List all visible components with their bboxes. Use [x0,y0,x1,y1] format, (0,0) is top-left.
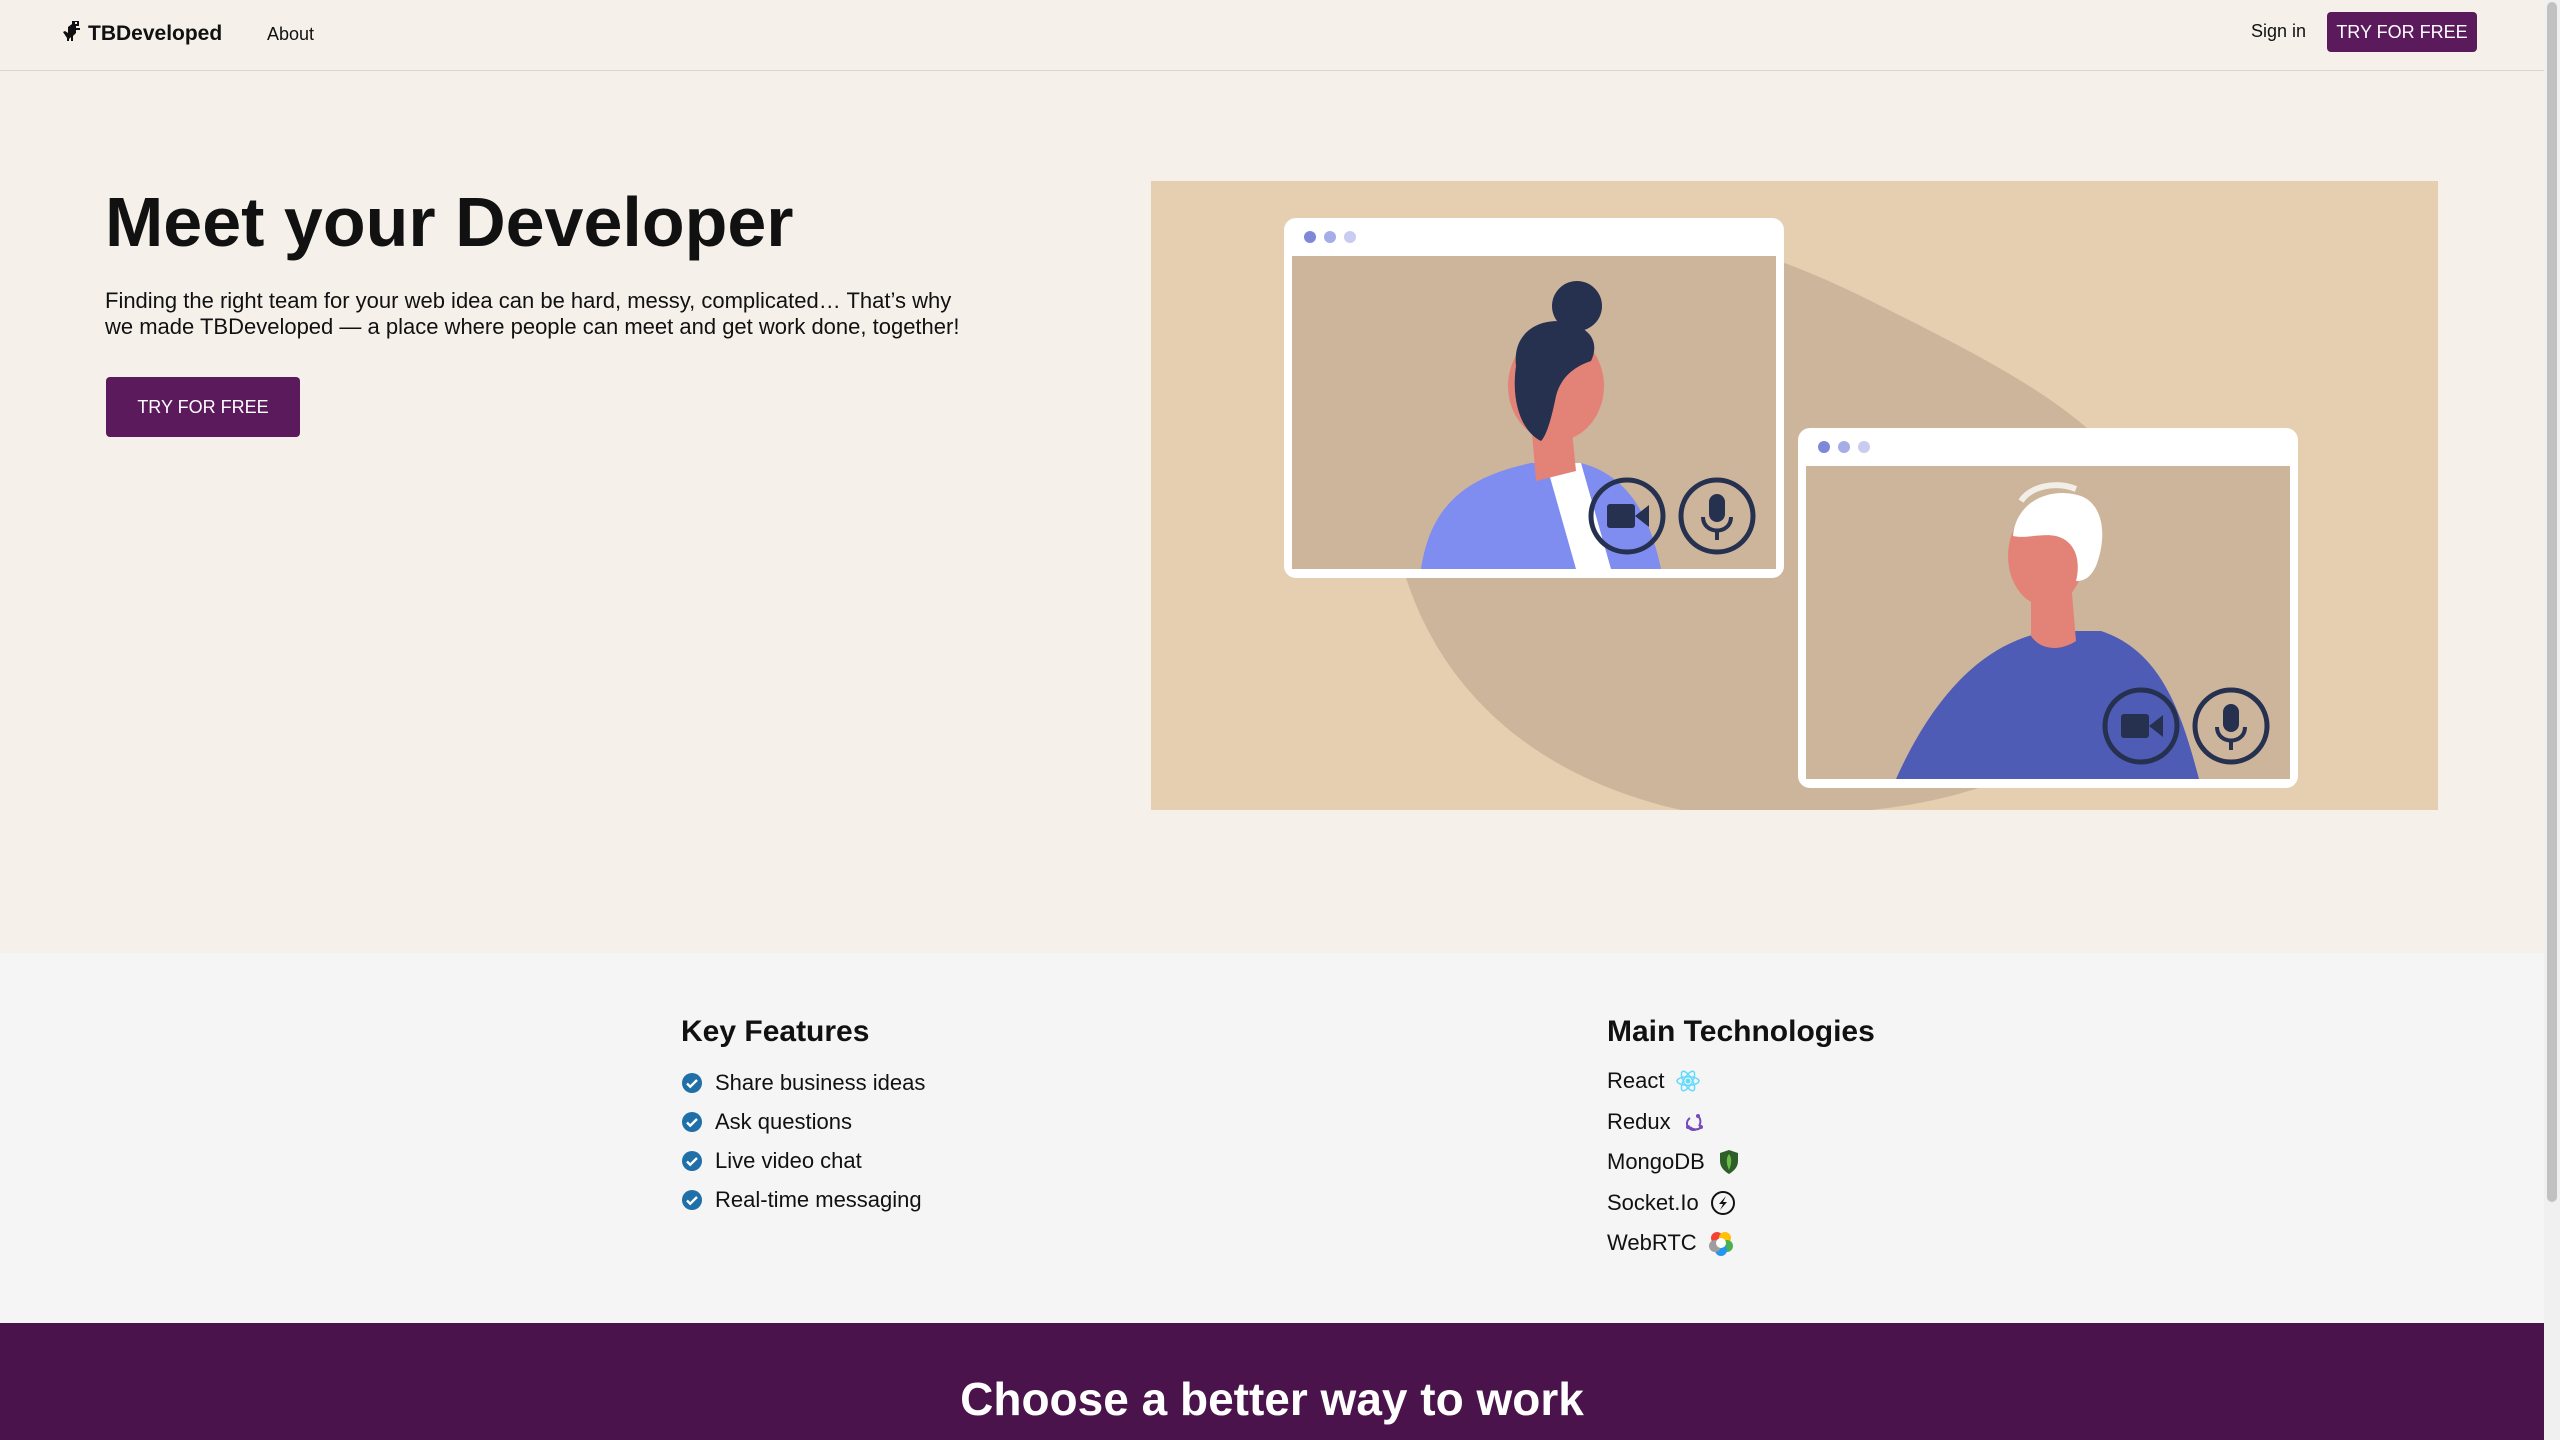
redux-icon [1685,1113,1703,1131]
brand-logo[interactable]: TBDeveloped [58,18,222,49]
technology-label: React [1607,1068,1665,1094]
feature-label: Ask questions [715,1108,852,1134]
nav-try-free-button[interactable]: TRY FOR FREE [2327,12,2477,52]
check-circle-icon [682,1072,702,1093]
technology-item: Socket.Io [1607,1183,1743,1224]
socketio-icon [1710,1190,1735,1215]
main-technologies-title: Main Technologies [1607,1015,1875,1048]
nav-link-about[interactable]: About [267,24,314,45]
top-nav: TBDeveloped About Sign in TRY FOR FREE [0,0,2544,71]
feature-item: Ask questions [681,1102,925,1141]
sign-in-link[interactable]: Sign in [2251,21,2306,42]
hero-section: Meet your Developer Finding the right te… [0,72,2544,953]
technologies-list: React Redux MongoDB Socket.Io WebRTC [1607,1061,1743,1264]
key-features-list: Share business ideas Ask questions Live … [681,1063,925,1219]
feature-item: Share business ideas [681,1063,925,1102]
check-circle-icon [682,1111,702,1132]
hero-title: Meet your Developer [105,183,794,261]
scrollbar-thumb[interactable] [2547,2,2557,1202]
technology-item: WebRTC [1607,1223,1743,1264]
feature-label: Share business ideas [715,1069,926,1095]
technology-item: MongoDB [1607,1142,1743,1183]
technology-label: MongoDB [1607,1149,1705,1175]
cta-band: Choose a better way to work [0,1323,2544,1440]
feature-item: Live video chat [681,1141,925,1180]
technology-label: WebRTC [1607,1230,1697,1256]
band-title: Choose a better way to work [960,1373,1584,1425]
key-features-title: Key Features [681,1015,870,1048]
video-call-illustration [1151,181,2438,810]
feature-item: Real-time messaging [681,1180,925,1219]
check-circle-icon [682,1150,702,1171]
technology-item: Redux [1607,1102,1743,1143]
hero-try-free-button[interactable]: TRY FOR FREE [106,377,300,437]
technology-label: Redux [1607,1108,1671,1134]
video-window-1 [1284,218,1784,578]
technology-label: Socket.Io [1607,1189,1699,1215]
technology-item: React [1607,1061,1743,1102]
dinosaur-logo-icon [58,18,84,49]
brand-name: TBDeveloped [88,21,223,45]
mongodb-icon [1719,1150,1738,1175]
react-icon [1676,1070,1701,1092]
hero-description: Finding the right team for your web idea… [105,288,960,339]
feature-label: Real-time messaging [715,1186,922,1212]
video-window-2 [1798,428,2298,788]
webrtc-icon [1708,1232,1733,1257]
feature-label: Live video chat [715,1147,862,1173]
features-section: Key Features Share business ideas Ask qu… [0,953,2544,1323]
check-circle-icon [682,1189,702,1210]
page-scrollbar[interactable] [2544,0,2560,1440]
